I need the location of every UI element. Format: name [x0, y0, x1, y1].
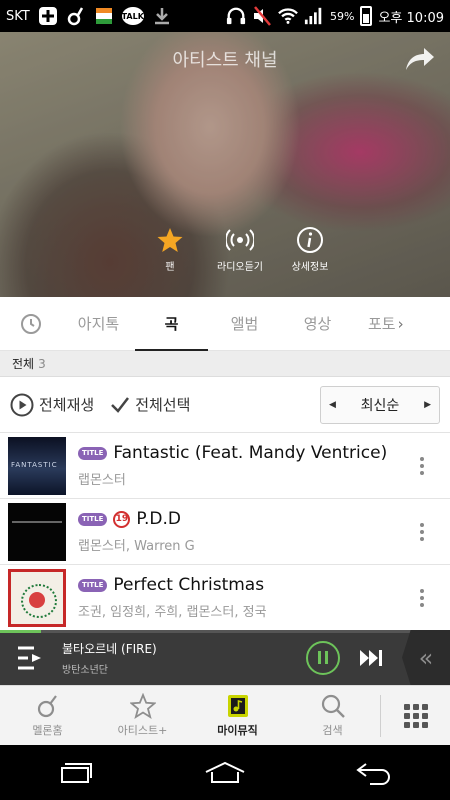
play-all-button[interactable]: 전체재생 — [10, 393, 94, 417]
song-title: Fantastic (Feat. Mandy Ventrice) — [113, 443, 388, 463]
tab-photos[interactable]: 포토 › — [354, 297, 420, 351]
share-icon[interactable] — [402, 42, 436, 76]
song-list: TITLE Fantastic (Feat. Mandy Ventrice) 랩… — [0, 433, 450, 631]
radio-button[interactable]: 라디오듣기 — [205, 226, 275, 273]
nav-my-music[interactable]: 마이뮤직 — [190, 686, 285, 746]
tab-songs[interactable]: 곡 — [135, 297, 208, 352]
play-all-label: 전체재생 — [39, 396, 95, 414]
now-playing-title: 불타오르네 (FIRE) — [62, 641, 157, 656]
more-options-icon[interactable] — [410, 446, 434, 486]
mute-icon — [252, 6, 272, 26]
collapse-player-icon[interactable]: « — [402, 630, 450, 685]
fan-label: 팬 — [165, 262, 175, 273]
more-options-icon[interactable] — [410, 578, 434, 618]
signal-icon — [304, 6, 324, 26]
tab-videos[interactable]: 영상 — [281, 297, 354, 351]
explicit-badge: 19 — [113, 510, 131, 528]
page-title: 아티스트 채널 — [172, 50, 278, 71]
sort-prev-icon[interactable]: ◀ — [329, 400, 336, 410]
tab-azitalk[interactable]: 아지톡 — [62, 297, 135, 351]
check-icon — [111, 396, 130, 413]
nav-label: 멜론홈 — [32, 724, 63, 737]
song-artist: 랩몬스터, Warren G — [78, 539, 195, 554]
mini-player[interactable]: 불타오르네 (FIRE) 방탄소년단 « — [0, 630, 450, 685]
battery-percent: 59% — [330, 9, 355, 23]
nav-label: 검색 — [322, 724, 343, 737]
sort-next-icon[interactable]: ▶ — [424, 400, 431, 410]
details-label: 상세정보 — [291, 262, 329, 273]
total-count: 3 — [38, 356, 46, 371]
artist-hero: 아티스트 채널 팬 라디오듣기 상세정보 — [0, 32, 450, 297]
nav-melon-home[interactable]: 멜론홈 — [0, 686, 95, 746]
now-playing-artist: 방탄소년단 — [62, 664, 108, 676]
star-icon — [157, 228, 183, 252]
select-all-label: 전체선택 — [135, 396, 191, 414]
status-bar: SKT TALK 59% 오후 10:09 — [0, 0, 450, 32]
album-art[interactable] — [8, 436, 66, 495]
tab-albums[interactable]: 앨범 — [208, 297, 281, 351]
play-circle-icon — [10, 393, 34, 416]
sort-label: 최신순 — [360, 397, 400, 414]
details-button[interactable]: 상세정보 — [275, 226, 345, 273]
total-label: 전체 — [12, 357, 35, 371]
tab-recent[interactable] — [0, 297, 62, 351]
list-count-bar: 전체 3 — [0, 351, 450, 377]
song-title: P.D.D — [136, 509, 181, 529]
fan-button[interactable]: 팬 — [135, 226, 205, 273]
info-icon — [297, 227, 323, 253]
nav-search[interactable]: 검색 — [285, 686, 380, 746]
clock-icon — [21, 313, 41, 334]
title-badge: TITLE — [78, 446, 108, 460]
download-icon — [152, 6, 172, 26]
next-track-icon[interactable] — [358, 648, 386, 668]
album-art[interactable] — [8, 568, 66, 627]
headphones-icon — [226, 6, 246, 26]
nav-label: 마이뮤직 — [217, 724, 258, 737]
clock: 오후 10:09 — [378, 10, 444, 26]
list-item[interactable]: TITLE 19 P.D.D 랩몬스터, Warren G — [0, 499, 450, 565]
my-music-icon — [227, 695, 248, 717]
song-title: Perfect Christmas — [113, 575, 265, 595]
star-outline-icon — [129, 693, 156, 719]
list-actions: 전체재생 전체선택 ◀ 최신순 ▶ — [0, 377, 450, 433]
tab-photos-label: 포토 — [368, 315, 396, 333]
song-artist: 조권, 임정희, 주희, 랩몬스터, 정국 — [78, 605, 267, 620]
playlist-icon[interactable] — [16, 645, 46, 671]
album-art[interactable] — [8, 502, 66, 561]
system-nav-bar — [0, 745, 450, 800]
search-icon — [321, 694, 345, 718]
sort-selector[interactable]: ◀ 최신순 ▶ — [320, 385, 440, 424]
music-note-icon — [66, 6, 86, 26]
hero-actions: 팬 라디오듣기 상세정보 — [135, 226, 345, 273]
playback-progress[interactable] — [0, 630, 450, 633]
wifi-icon — [278, 6, 298, 26]
home-icon[interactable] — [202, 760, 248, 786]
back-icon[interactable] — [352, 760, 398, 786]
more-options-icon[interactable] — [410, 512, 434, 552]
pause-button[interactable] — [306, 640, 340, 675]
radio-icon — [226, 229, 254, 251]
list-item[interactable]: TITLE Fantastic (Feat. Mandy Ventrice) 랩… — [0, 433, 450, 499]
battery-icon — [360, 6, 373, 26]
channel-tabs: 아지톡 곡 앨범 영상 포토 › — [0, 297, 450, 352]
radio-label: 라디오듣기 — [217, 262, 263, 273]
song-artist: 랩몬스터 — [78, 473, 126, 488]
recent-apps-icon[interactable] — [52, 760, 98, 786]
select-all-button[interactable]: 전체선택 — [110, 394, 190, 415]
title-badge: TITLE — [78, 578, 108, 592]
melon-home-icon — [37, 695, 57, 718]
flag-app-icon — [94, 6, 114, 26]
chevron-right-icon: › — [397, 314, 404, 333]
bottom-nav: 멜론홈 아티스트+ 마이뮤직 검색 — [0, 685, 450, 745]
title-badge: TITLE — [78, 512, 108, 526]
talk-icon: TALK — [122, 7, 144, 25]
plus-app-icon — [38, 6, 58, 26]
nav-artist-plus[interactable]: 아티스트+ — [95, 686, 190, 746]
menu-grid-icon[interactable] — [381, 703, 450, 728]
carrier-label: SKT — [6, 8, 30, 24]
list-item[interactable]: TITLE Perfect Christmas 조권, 임정희, 주희, 랩몬스… — [0, 565, 450, 631]
nav-label: 아티스트+ — [117, 724, 168, 737]
